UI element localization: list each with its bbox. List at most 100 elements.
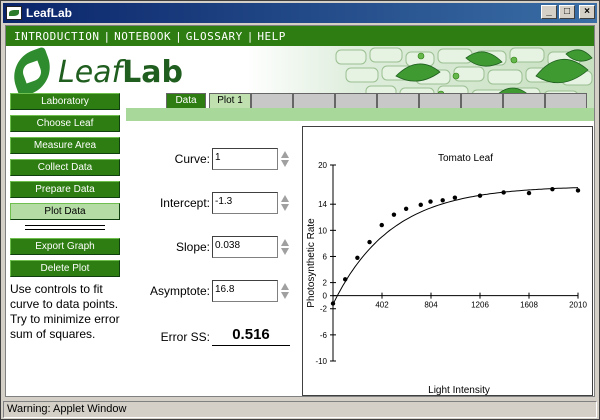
menu-separator: |	[175, 29, 182, 43]
spinner-down-icon[interactable]	[281, 204, 289, 211]
menu-help[interactable]: HELP	[253, 30, 290, 43]
y-tick-label: 0	[323, 292, 328, 301]
x-tick-label: 2010	[569, 301, 587, 310]
error-ss-row: Error SS: 0.516	[126, 326, 296, 348]
data-point	[575, 188, 581, 193]
data-point	[379, 222, 384, 228]
tab-empty[interactable]	[419, 93, 461, 108]
x-axis-label: Light Intensity	[428, 385, 490, 396]
menu-glossary[interactable]: GLOSSARY	[182, 30, 247, 43]
minimize-icon[interactable]: _	[541, 5, 557, 19]
window-title: LeafLab	[26, 6, 73, 20]
logo-wordmark: LeafLab	[58, 54, 183, 90]
tab-empty[interactable]	[293, 93, 335, 108]
laboratory-button[interactable]: Laboratory	[10, 93, 120, 110]
curve-control: Curve: 1	[126, 148, 296, 172]
maximize-icon[interactable]: □	[559, 5, 575, 19]
applet-window: LeafLab _ □ × INTRODUCTION | NOTEBOOK | …	[0, 0, 600, 420]
menu-separator: |	[246, 29, 254, 43]
y-tick-label: 6	[323, 252, 328, 261]
spinner-down-icon[interactable]	[281, 292, 289, 299]
intercept-field[interactable]: -1.3	[212, 192, 278, 214]
chart-title: Tomato Leaf	[438, 153, 493, 164]
window-controls: _ □ ×	[541, 5, 595, 19]
tab-plot-1[interactable]: Plot 1	[209, 93, 251, 108]
photosynthesis-chart: Tomato Leaf Light Intensity Photosynthetic…	[306, 153, 587, 396]
y-tick-label: 10	[318, 226, 327, 235]
y-tick-label: -10	[315, 357, 327, 366]
leaflab-logo: LeafLab	[6, 46, 183, 98]
tab-empty[interactable]	[503, 93, 545, 108]
asymptote-spinner[interactable]	[280, 281, 290, 303]
fit-curve	[332, 187, 579, 305]
y-tick-label: 14	[318, 200, 327, 209]
java-app-icon	[6, 6, 22, 20]
prepare-data-button[interactable]: Prepare Data	[10, 181, 120, 198]
menu-separator: |	[103, 29, 111, 43]
slope-spinner[interactable]	[280, 237, 290, 259]
plot-tabs: Data Plot 1	[166, 93, 594, 108]
status-bar: Warning: Applet Window	[3, 401, 597, 418]
collect-data-button[interactable]: Collect Data	[10, 159, 120, 176]
data-point	[452, 195, 458, 200]
measure-area-button[interactable]: Measure Area	[10, 137, 120, 154]
export-graph-button[interactable]: Export Graph	[10, 238, 120, 255]
tab-strip	[126, 108, 594, 121]
curve-spinner[interactable]	[280, 149, 290, 171]
data-point	[418, 202, 423, 208]
error-ss-value: 0.516	[212, 326, 290, 346]
x-tick-label: 804	[424, 301, 438, 310]
delete-plot-button[interactable]: Delete Plot	[10, 260, 120, 277]
tab-empty[interactable]	[335, 93, 377, 108]
tab-empty[interactable]	[461, 93, 503, 108]
slope-control: Slope: 0.038	[126, 236, 296, 260]
y-axis-label: Photosynthetic Rate	[306, 218, 317, 308]
sidebar-divider	[25, 229, 105, 230]
intercept-spinner[interactable]	[280, 193, 290, 215]
data-point	[391, 212, 397, 217]
x-tick-label: 1206	[471, 301, 489, 310]
tab-empty[interactable]	[377, 93, 419, 108]
data-point	[501, 190, 506, 195]
leaf-logo-icon	[6, 46, 58, 98]
intercept-label: Intercept:	[159, 196, 210, 210]
y-tick-label: 20	[318, 161, 327, 170]
spinner-down-icon[interactable]	[281, 160, 289, 167]
x-tick-label: 1608	[520, 301, 538, 310]
choose-leaf-button[interactable]: Choose Leaf	[10, 115, 120, 132]
spinner-up-icon[interactable]	[281, 239, 289, 246]
menu-notebook[interactable]: NOTEBOOK	[110, 30, 175, 43]
applet-client: INTRODUCTION | NOTEBOOK | GLOSSARY | HEL…	[5, 25, 595, 397]
top-menu: INTRODUCTION | NOTEBOOK | GLOSSARY | HEL…	[6, 26, 594, 46]
error-ss-label: Error SS:	[160, 330, 210, 344]
y-tick-label: -2	[320, 305, 328, 314]
tab-empty[interactable]	[545, 93, 587, 108]
close-icon[interactable]: ×	[579, 5, 595, 19]
menu-introduction[interactable]: INTRODUCTION	[10, 30, 103, 43]
tab-empty[interactable]	[251, 93, 293, 108]
y-tick-label: 2	[323, 279, 328, 288]
data-point	[330, 301, 336, 306]
spinner-up-icon[interactable]	[281, 151, 289, 158]
spinner-down-icon[interactable]	[281, 248, 289, 255]
data-point	[428, 199, 433, 204]
slope-label: Slope:	[175, 240, 210, 254]
tab-data[interactable]: Data	[166, 93, 206, 108]
x-tick-label: 402	[375, 301, 389, 310]
intercept-control: Intercept: -1.3	[126, 192, 296, 216]
sidebar: Laboratory Choose Leaf Measure Area Coll…	[10, 93, 122, 342]
data-point	[355, 255, 360, 260]
data-point	[440, 198, 445, 203]
data-point	[550, 186, 555, 192]
curve-field[interactable]: 1	[212, 148, 278, 170]
slope-field[interactable]: 0.038	[212, 236, 278, 258]
spinner-up-icon[interactable]	[281, 283, 289, 290]
y-tick-label: -6	[320, 331, 328, 340]
data-point	[526, 190, 532, 196]
asymptote-field[interactable]: 16.8	[212, 280, 278, 302]
plot-data-button[interactable]: Plot Data	[10, 203, 120, 220]
title-bar[interactable]: LeafLab _ □ ×	[3, 3, 597, 23]
spinner-up-icon[interactable]	[281, 195, 289, 202]
data-point	[403, 206, 409, 211]
data-point	[367, 239, 372, 245]
